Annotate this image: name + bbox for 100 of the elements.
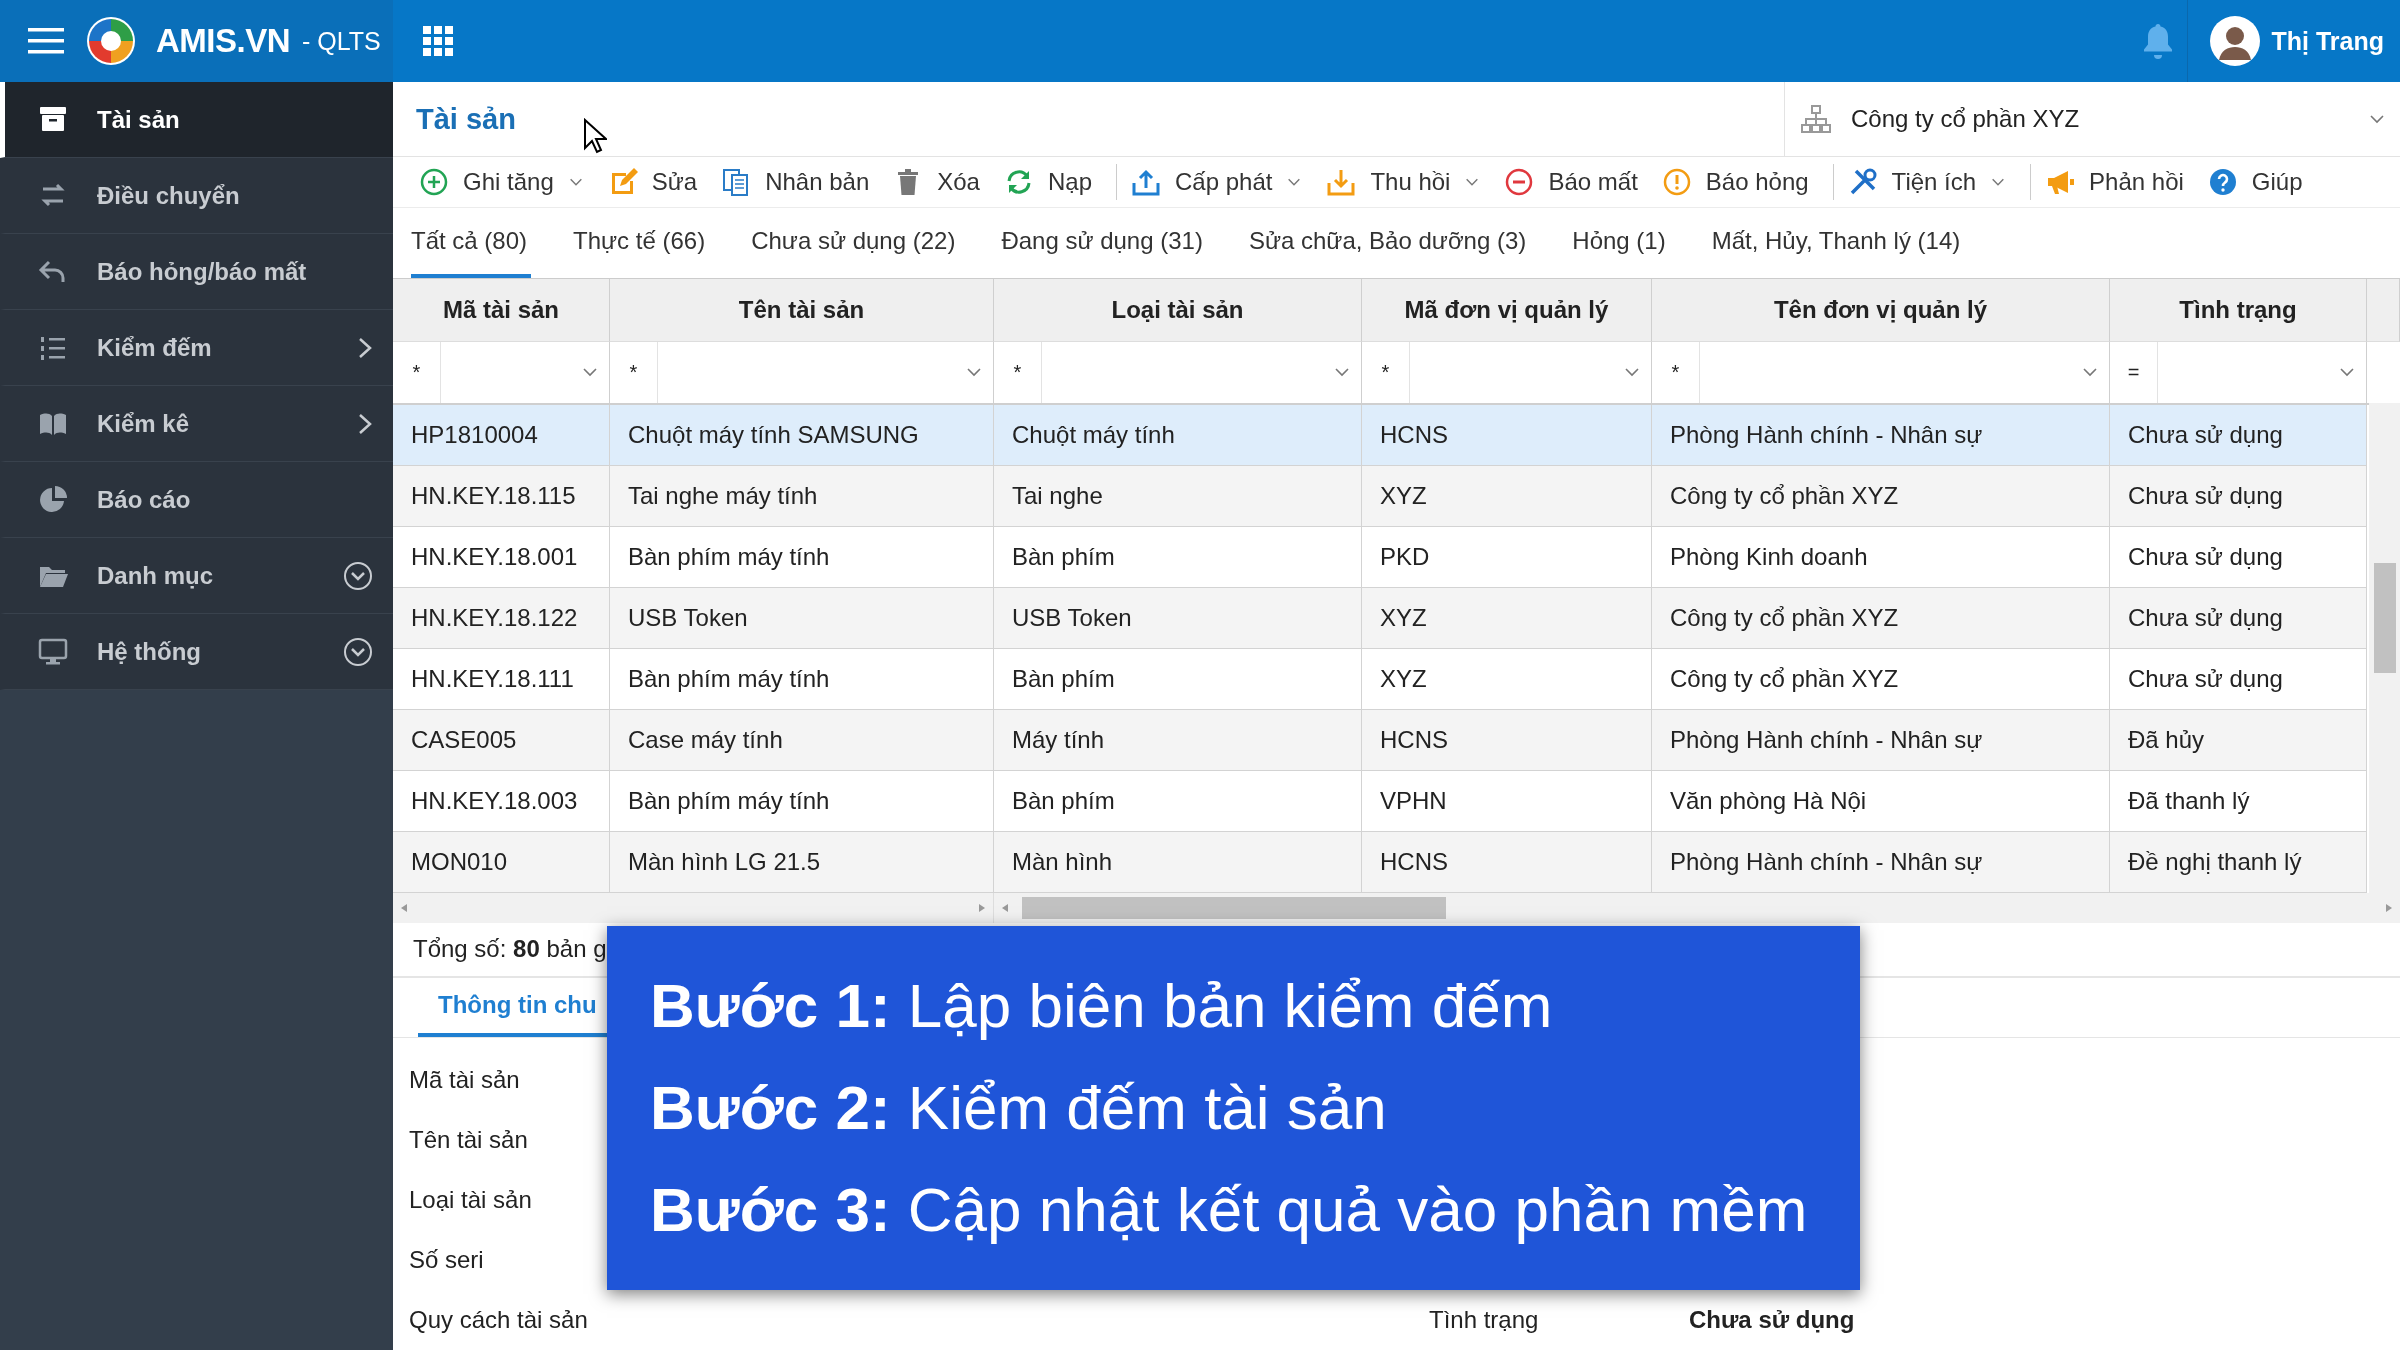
filter-operator[interactable]: * [1652, 341, 1700, 403]
toolbar-button[interactable]: Sửa [607, 159, 708, 204]
menu-icon [28, 26, 66, 56]
filter-operator[interactable]: * [393, 341, 441, 403]
table-cell: Đề nghị thanh lý [2110, 831, 2367, 893]
table-cell: Đã thanh lý [2110, 770, 2367, 832]
toolbar-button[interactable]: Thu hồi [1326, 159, 1491, 204]
user-name[interactable]: Thị Trang [2271, 26, 2384, 56]
field-label: Mã tài sản [409, 1065, 520, 1095]
table-cell: Bàn phím máy tính [610, 526, 994, 588]
toolbar-button[interactable]: Nạp [1003, 159, 1102, 204]
table-cell: Màn hình LG 21.5 [610, 831, 994, 893]
table-cell: HP1810004 [393, 404, 610, 466]
table-cell: Phòng Kinh doanh [1652, 526, 2110, 588]
table-cell: Màn hình [994, 831, 1362, 893]
table-cell: Công ty cổ phần XYZ [1652, 648, 2110, 710]
table-cell: Công ty cổ phần XYZ [1652, 587, 2110, 649]
toolbar-button[interactable]: Báo mất [1504, 159, 1648, 204]
table-cell: Tai nghe [994, 465, 1362, 527]
sidebar-item[interactable]: Báo cáo [0, 462, 393, 538]
table-cell: XYZ [1362, 465, 1652, 527]
record-count: Tổng số: 80 bản g [413, 935, 607, 964]
sidebar-item[interactable]: Kiểm kê [0, 386, 393, 462]
column-header[interactable]: Mã đơn vị quản lý [1362, 278, 1652, 342]
org-chart-icon [1801, 104, 1831, 135]
table-cell: Tai nghe máy tính [610, 465, 994, 527]
menu-button[interactable] [28, 26, 66, 56]
table-cell: Chưa sử dụng [2110, 526, 2367, 588]
table-cell: Công ty cổ phần XYZ [1652, 465, 2110, 527]
table-cell: HN.KEY.18.111 [393, 648, 610, 710]
table-cell: MON010 [393, 831, 610, 893]
step-caption: Bước 2: Kiểm đếm tài sản [650, 1072, 1388, 1144]
table-cell: Bàn phím máy tính [610, 648, 994, 710]
table-cell: HN.KEY.18.122 [393, 587, 610, 649]
filter-operator[interactable]: * [1362, 341, 1410, 403]
filter-operator[interactable]: = [2110, 341, 2158, 403]
field-label: Tình trạng [1429, 1305, 1539, 1335]
field-label: Quy cách tài sản [409, 1305, 588, 1335]
table-cell: HCNS [1362, 404, 1652, 466]
toolbar-button[interactable]: Nhân bản [721, 159, 880, 204]
scroll-left-icon[interactable] [399, 901, 409, 914]
column-header[interactable]: Tên đơn vị quản lý [1652, 278, 2110, 342]
toolbar-button[interactable]: Giúp [2207, 159, 2313, 204]
table-cell: VPHN [1362, 770, 1652, 832]
warning-icon [1661, 166, 1692, 197]
table-cell: Bàn phím máy tính [610, 770, 994, 832]
table-cell: CASE005 [393, 709, 610, 771]
table-cell: Case máy tính [610, 709, 994, 771]
table-cell: Văn phòng Hà Nội [1652, 770, 2110, 832]
table-cell: Đã hủy [2110, 709, 2367, 771]
add-icon [419, 166, 449, 197]
table-cell: HN.KEY.18.001 [393, 526, 610, 588]
brand-name: AMIS.VN [156, 22, 290, 60]
table-cell: Chuột máy tính SAMSUNG [610, 404, 994, 466]
apps-button[interactable] [423, 25, 454, 57]
toolbar-button[interactable]: Cấp phát [1131, 159, 1313, 204]
page-title: Tài sản [416, 102, 516, 136]
scroll-left-icon[interactable] [1000, 901, 1010, 914]
scroll-right-icon[interactable] [977, 901, 987, 914]
field-value: Chưa sử dụng [1689, 1305, 1855, 1335]
step-caption: Bước 3: Cập nhật kết quả vào phần mềm [650, 1174, 1809, 1246]
scroll-right-icon[interactable] [2384, 901, 2394, 914]
filter-operator[interactable]: * [610, 341, 658, 403]
sidebar-item[interactable]: Tài sản [0, 82, 393, 158]
avatar-icon[interactable] [2209, 16, 2260, 66]
table-cell: Chưa sử dụng [2110, 465, 2367, 527]
column-header[interactable]: Mã tài sản [393, 278, 610, 342]
company-selector[interactable]: Công ty cổ phần XYZ [1784, 82, 2400, 157]
grid-icon [423, 25, 454, 57]
table-cell: Chưa sử dụng [2110, 404, 2367, 466]
table-cell: XYZ [1362, 648, 1652, 710]
table-cell: Máy tính [994, 709, 1362, 771]
sidebar-item[interactable]: Hệ thống [0, 614, 393, 690]
column-header[interactable]: Tình trạng [2110, 278, 2367, 342]
table-cell: Chưa sử dụng [2110, 648, 2367, 710]
table-cell: Bàn phím [994, 526, 1362, 588]
help-icon [2207, 166, 2238, 197]
toolbar-button[interactable]: Tiện ích [1847, 159, 2017, 204]
minus-circle-icon [1504, 166, 1535, 197]
toolbar-button[interactable]: Ghi tăng [419, 159, 594, 204]
filter-operator[interactable]: * [994, 341, 1042, 403]
sidebar-item[interactable]: Danh mục [0, 538, 393, 614]
table-cell: Bàn phím [994, 770, 1362, 832]
filter-tab[interactable]: Thực tế (66) [573, 207, 728, 278]
filter-tab[interactable]: Sửa chữa, Bảo dưỡng (3) [1248, 207, 1549, 278]
logo-icon [86, 16, 136, 66]
table-cell: XYZ [1362, 587, 1652, 649]
toolbar-button[interactable]: Báo hỏng [1661, 159, 1819, 204]
toolbar-button[interactable]: Xóa [893, 159, 990, 204]
filter-tab[interactable]: Mất, Hủy, Thanh lý (14) [1711, 207, 1983, 278]
filter-tab[interactable]: Chưa sử dụng (22) [751, 207, 978, 278]
table-cell: Bàn phím [994, 648, 1362, 710]
filter-tab[interactable]: Đang sử dụng (31) [1001, 207, 1225, 278]
column-header[interactable]: Loại tài sản [994, 278, 1362, 342]
table-cell: Phòng Hành chính - Nhân sự [1652, 709, 2110, 771]
toolbar-button[interactable]: Phản hồi [2045, 159, 2194, 204]
table-cell: HCNS [1362, 831, 1652, 893]
table-cell: Phòng Hành chính - Nhân sự [1652, 831, 2110, 893]
filter-tab[interactable]: Hỏng (1) [1572, 207, 1688, 278]
column-header[interactable]: Tên tài sản [610, 278, 994, 342]
